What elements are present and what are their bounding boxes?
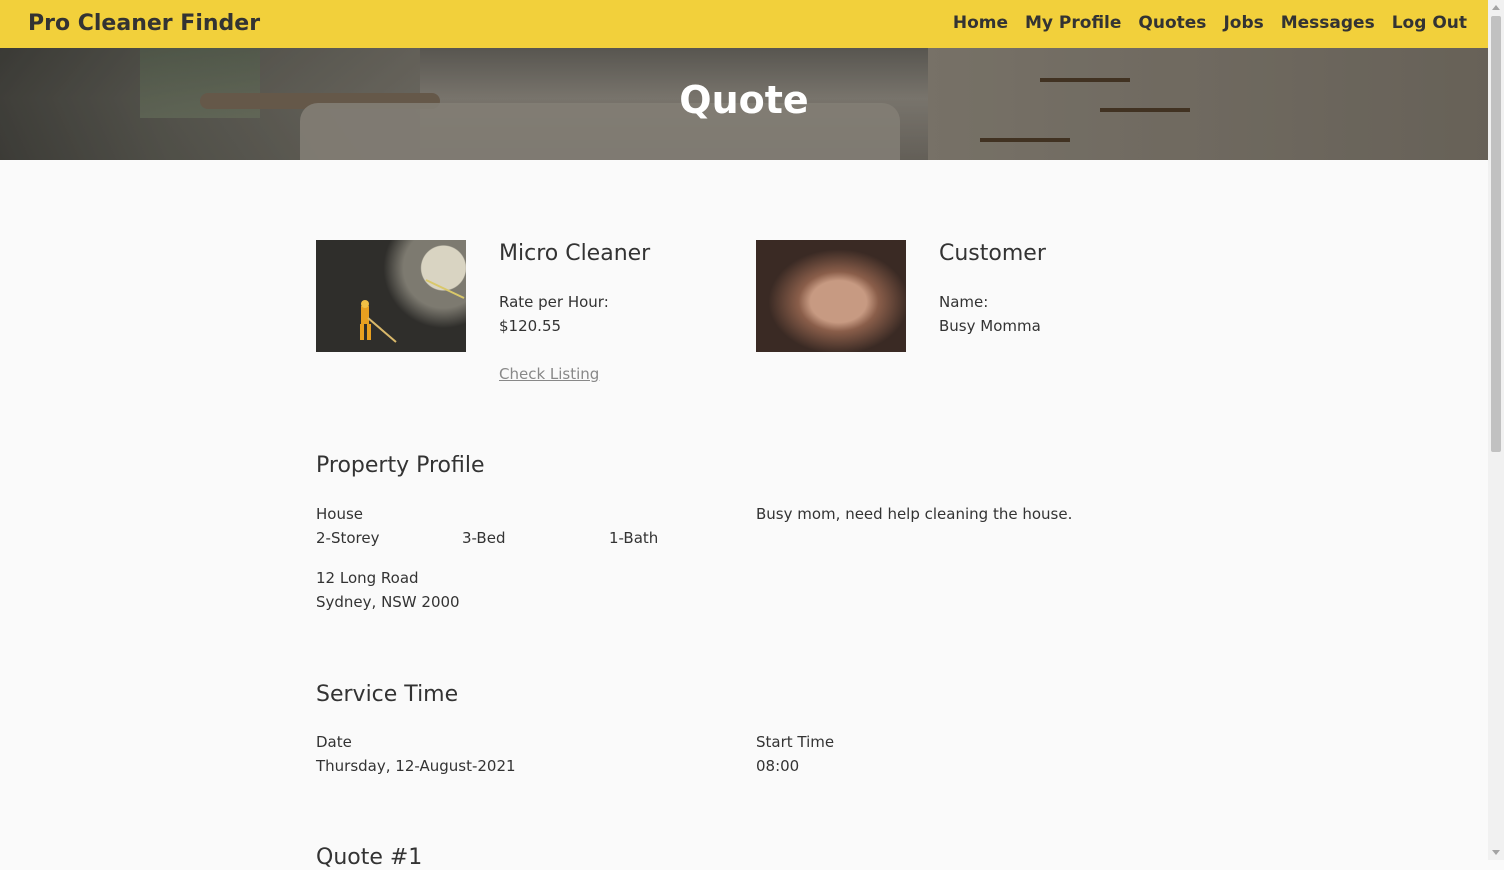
customer-name-value: Busy Momma [939, 317, 1041, 335]
cleaner-photo [316, 240, 466, 352]
hero-banner: Quote [0, 48, 1488, 160]
quote-heading: Quote #1 [316, 845, 423, 870]
customer-photo [756, 240, 906, 352]
start-time-value: 08:00 [756, 757, 800, 775]
property-type: House [316, 505, 364, 523]
address-line2: Sydney, NSW 2000 [316, 593, 460, 611]
property-heading: Property Profile [316, 453, 485, 478]
vertical-scrollbar[interactable] [1488, 0, 1504, 860]
address-line1: 12 Long Road [316, 569, 419, 587]
brand-logo[interactable]: Pro Cleaner Finder [28, 11, 260, 36]
check-listing-link[interactable]: Check Listing [499, 362, 599, 386]
scroll-down-arrow-icon[interactable] [1492, 850, 1500, 855]
nav-home-link[interactable]: Home [953, 13, 1008, 33]
page-title: Quote [679, 78, 809, 122]
nav-menu: Home My Profile Quotes Jobs Messages Log… [953, 13, 1467, 33]
service-time-heading: Service Time [316, 682, 459, 707]
property-beds: 3-Bed [462, 529, 506, 547]
navbar: Pro Cleaner Finder Home My Profile Quote… [0, 0, 1488, 48]
nav-quotes-link[interactable]: Quotes [1138, 13, 1206, 33]
nav-logout-link[interactable]: Log Out [1392, 13, 1467, 33]
cleaner-name: Micro Cleaner [499, 241, 651, 266]
date-value: Thursday, 12-August-2021 [316, 757, 516, 775]
nav-jobs-link[interactable]: Jobs [1223, 13, 1263, 33]
customer-heading: Customer [939, 241, 1046, 266]
rate-value: $120.55 [499, 317, 562, 335]
date-label: Date [316, 733, 352, 751]
property-baths: 1-Bath [609, 529, 659, 547]
customer-name-label: Name: [939, 293, 989, 311]
nav-my-profile-link[interactable]: My Profile [1025, 13, 1121, 33]
start-time-label: Start Time [756, 733, 835, 751]
scrollbar-thumb[interactable] [1491, 16, 1501, 452]
property-storeys: 2-Storey [316, 529, 380, 547]
rate-label: Rate per Hour: [499, 293, 609, 311]
nav-messages-link[interactable]: Messages [1281, 13, 1375, 33]
property-description: Busy mom, need help cleaning the house. [756, 505, 1073, 523]
scroll-up-arrow-icon[interactable] [1492, 5, 1500, 10]
